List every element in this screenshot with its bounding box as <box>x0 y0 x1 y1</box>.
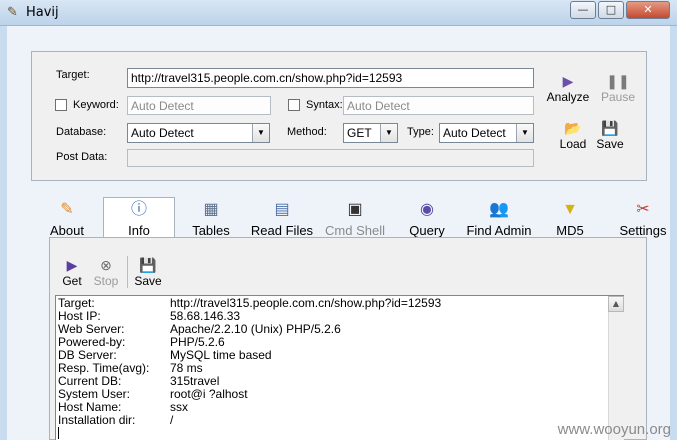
chevron-down-icon[interactable]: ▼ <box>252 124 269 142</box>
keyword-input[interactable]: Auto Detect <box>127 96 271 115</box>
tab-tables[interactable]: ▦ Tables <box>188 200 234 238</box>
type-label: Type: <box>407 126 434 138</box>
watermark: www.wooyun.org <box>557 421 671 438</box>
post-data-label: Post Data: <box>56 151 108 163</box>
method-value: GET <box>347 126 372 140</box>
tables-icon: ▦ <box>203 201 219 218</box>
syntax-checkbox[interactable] <box>288 99 300 111</box>
find-admin-icon: 👥 <box>489 201 509 218</box>
get-label: Get <box>62 274 82 288</box>
tab-label: MD5 <box>556 223 584 238</box>
tab-cmd-shell[interactable]: ▣ Cmd Shell <box>323 200 387 238</box>
keyword-checkbox[interactable] <box>55 99 67 111</box>
info-value: / <box>170 413 174 427</box>
tab-label: Info <box>128 223 150 238</box>
database-select[interactable]: Auto Detect ▼ <box>127 123 270 143</box>
toolbar-separator <box>127 256 128 288</box>
info-save-button[interactable]: 💾 Save <box>132 256 164 288</box>
stop-icon: ⊗ <box>100 257 112 273</box>
vertical-scrollbar[interactable] <box>608 296 624 440</box>
cmd-shell-icon: ▣ <box>347 201 363 218</box>
text-cursor <box>58 427 59 439</box>
window-title: Havij <box>26 5 59 20</box>
save-button[interactable]: 💾 Save <box>592 119 628 151</box>
info-key: Installation dir: <box>58 413 136 427</box>
play-icon: ▶ <box>562 73 574 89</box>
close-button[interactable]: ✕ <box>626 1 670 19</box>
tab-label: Query <box>409 223 445 238</box>
floppy-disk-icon: 💾 <box>601 120 619 136</box>
floppy-disk-icon: 💾 <box>139 257 157 273</box>
syntax-label: Syntax: <box>306 99 343 111</box>
tab-settings[interactable]: ✂ Settings <box>615 200 671 238</box>
md5-icon: ▼ <box>562 201 578 218</box>
read-files-icon: ▤ <box>274 201 290 218</box>
settings-icon: ✂ <box>636 201 650 218</box>
tab-md5[interactable]: ▼ MD5 <box>550 200 590 238</box>
tab-label: Find Admin <box>466 223 532 238</box>
target-label: Target: <box>56 69 90 81</box>
scroll-up-arrow-icon[interactable]: ▲ <box>608 296 624 312</box>
tab-read-files[interactable]: ▤ Read Files <box>250 200 314 238</box>
stop-label: Stop <box>93 274 119 288</box>
type-value: Auto Detect <box>443 126 506 140</box>
folder-open-icon: 📂 <box>564 120 582 136</box>
method-select[interactable]: GET ▼ <box>343 123 398 143</box>
post-data-input[interactable] <box>127 149 534 167</box>
get-button[interactable]: ▶ Get <box>60 256 84 288</box>
havij-app-icon: ✎ <box>7 5 18 20</box>
tab-label: Cmd Shell <box>325 223 385 238</box>
chevron-down-icon[interactable]: ▼ <box>380 124 397 142</box>
database-label: Database: <box>56 126 107 138</box>
target-input[interactable]: http://travel315.people.com.cn/show.php?… <box>127 68 534 88</box>
save-label: Save <box>134 274 162 288</box>
stop-button[interactable]: ⊗ Stop <box>90 256 122 288</box>
pause-label: Pause <box>600 90 636 104</box>
pause-icon: ❚❚ <box>606 73 630 89</box>
tab-find-admin[interactable]: 👥 Find Admin <box>463 200 535 238</box>
info-icon: ⓘ <box>130 201 147 218</box>
play-icon: ▶ <box>66 257 78 273</box>
maximize-button[interactable]: □ <box>598 1 624 19</box>
tab-info[interactable]: ⓘ Info <box>117 200 161 238</box>
tab-label: Settings <box>619 223 667 238</box>
chevron-down-icon[interactable]: ▼ <box>516 124 533 142</box>
syntax-input[interactable]: Auto Detect <box>343 96 534 115</box>
about-icon: ✎ <box>60 201 74 218</box>
analyze-button[interactable]: ▶ Analyze <box>543 72 593 104</box>
database-value: Auto Detect <box>131 126 194 140</box>
tab-label: Tables <box>192 223 230 238</box>
load-label: Load <box>559 137 587 151</box>
keyword-label: Keyword: <box>73 99 119 111</box>
minimize-button[interactable]: — <box>570 1 596 19</box>
tab-label: Read Files <box>250 223 314 238</box>
tab-query[interactable]: ◉ Query <box>404 200 450 238</box>
query-icon: ◉ <box>420 201 434 218</box>
analyze-label: Analyze <box>546 90 590 104</box>
load-button[interactable]: 📂 Load <box>555 119 591 151</box>
save-label: Save <box>596 137 624 151</box>
tab-about[interactable]: ✎ About <box>44 200 90 238</box>
tab-label: About <box>50 223 84 238</box>
type-select[interactable]: Auto Detect ▼ <box>439 123 534 143</box>
pause-button[interactable]: ❚❚ Pause <box>598 72 638 104</box>
method-label: Method: <box>287 126 327 138</box>
title-bar: ✎ Havij — □ ✕ <box>0 0 677 26</box>
